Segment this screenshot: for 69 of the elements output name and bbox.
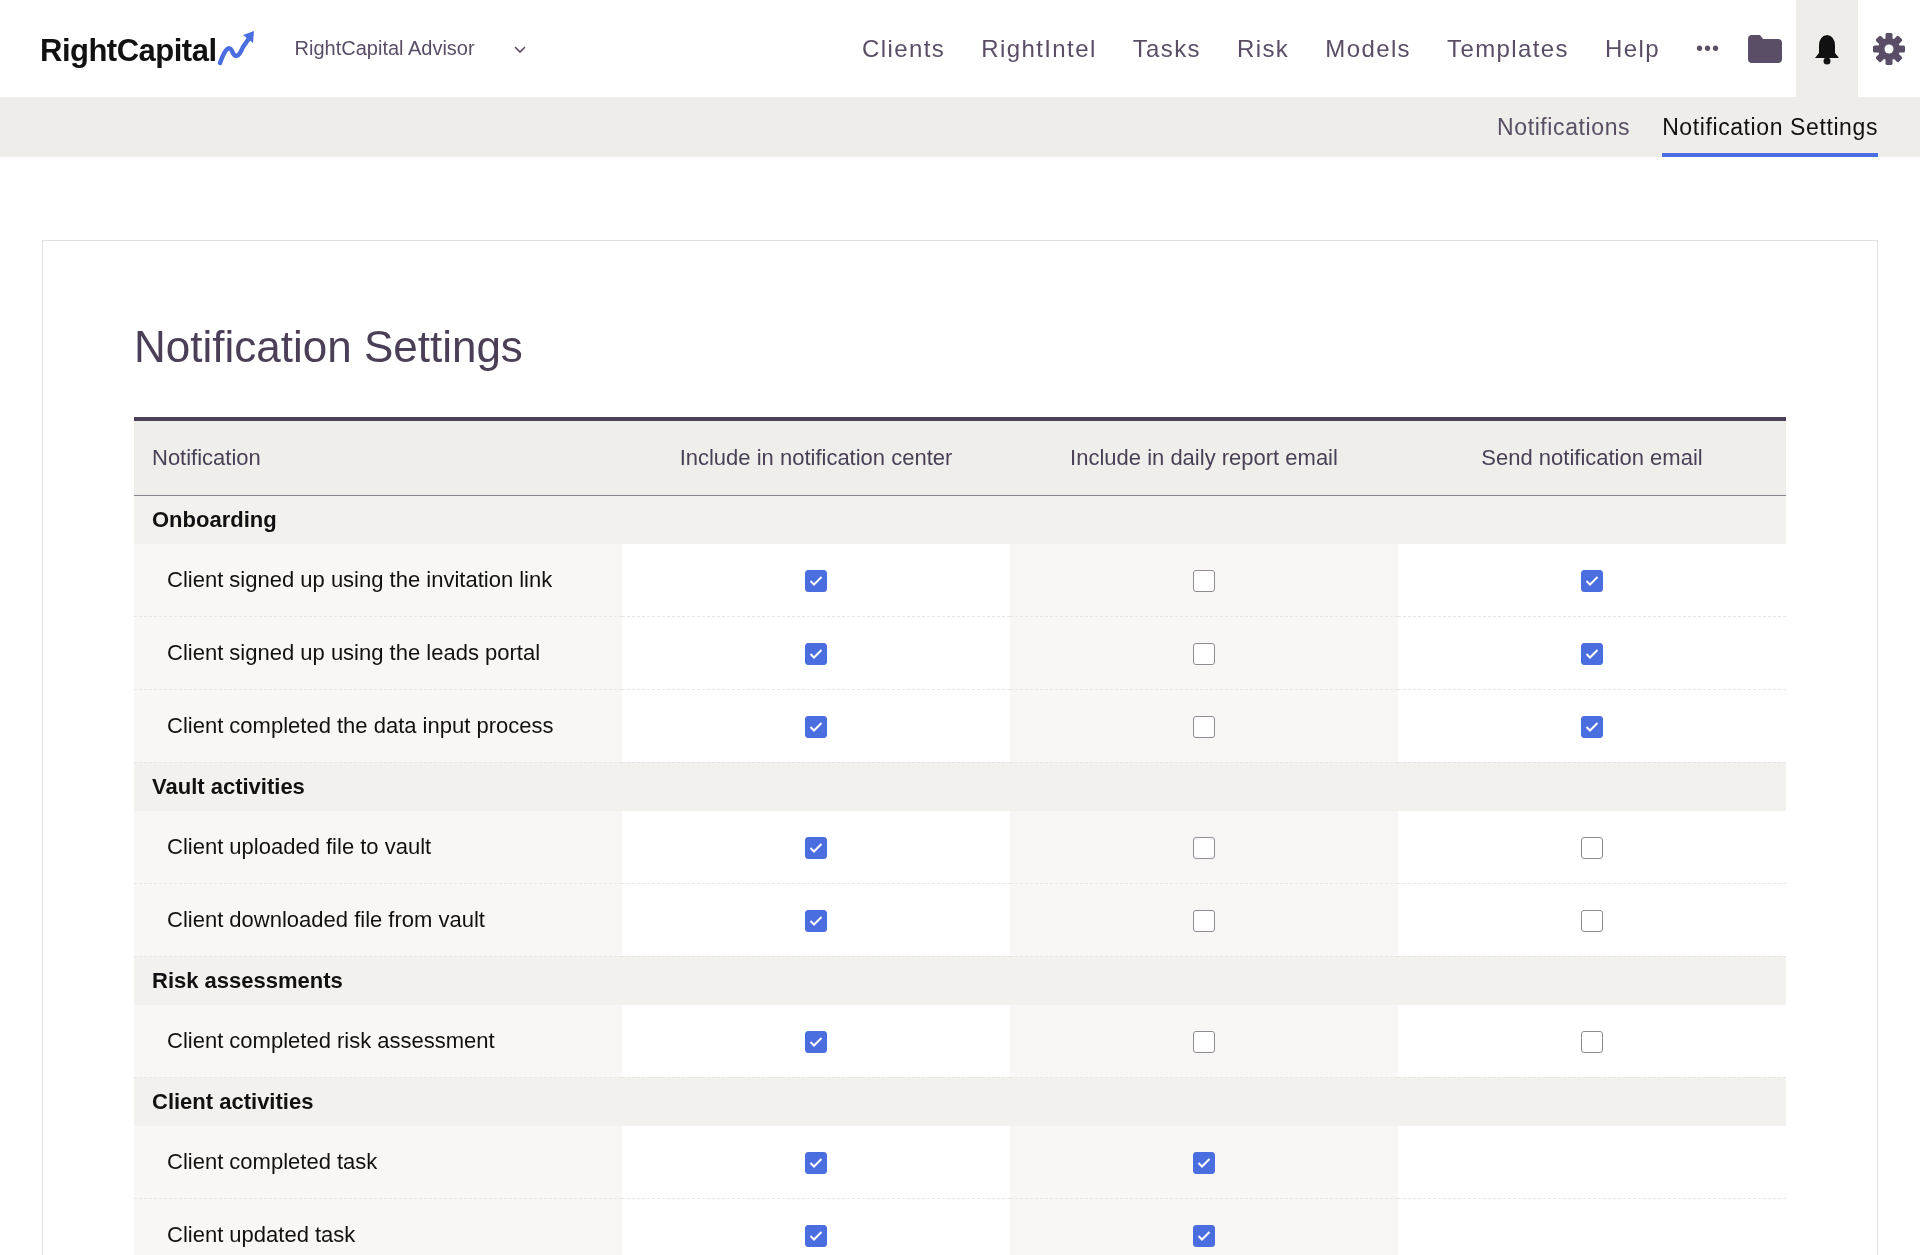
nav-link[interactable]: Clients	[862, 34, 946, 63]
nav-link[interactable]: Tasks	[1132, 34, 1201, 63]
column-header: Include in notification center	[622, 418, 1010, 496]
check-icon	[809, 915, 823, 927]
nav-link[interactable]: Models	[1325, 34, 1412, 63]
notification-name: Client completed task	[134, 1125, 622, 1199]
checkbox[interactable]	[805, 716, 827, 738]
check-icon	[1585, 648, 1599, 660]
bell-icon[interactable]	[1813, 32, 1841, 65]
trend-arrow-icon	[216, 28, 257, 67]
check-icon	[809, 1036, 823, 1048]
group-heading: Onboarding	[134, 495, 1786, 544]
subnav-tab[interactable]: Notification Settings	[1662, 97, 1878, 157]
nav-link[interactable]: RightIntel	[981, 34, 1097, 63]
notification-name: Client completed the data input process	[134, 689, 622, 763]
check-icon	[1197, 1230, 1211, 1242]
group-heading: Vault activities	[134, 762, 1786, 811]
checkbox[interactable]	[805, 1152, 827, 1174]
check-icon	[1585, 721, 1599, 733]
check-icon	[809, 648, 823, 660]
notification-name: Client completed risk assessment	[134, 1004, 622, 1078]
nav-link[interactable]: Risk	[1237, 34, 1290, 63]
column-header: Send notification email	[1398, 418, 1786, 496]
nav-link[interactable]: Templates	[1447, 34, 1569, 63]
folder-icon[interactable]	[1748, 34, 1782, 63]
check-icon	[809, 1157, 823, 1169]
check-icon	[1585, 575, 1599, 587]
notification-name: Client downloaded file from vault	[134, 883, 622, 957]
checkbox[interactable]	[805, 570, 827, 592]
checkbox[interactable]	[1193, 910, 1215, 932]
check-icon	[1197, 1157, 1211, 1169]
check-icon	[809, 1230, 823, 1242]
chevron-down-icon	[512, 43, 527, 54]
account-dropdown[interactable]: RightCapital Advisor	[294, 37, 527, 60]
checkbox[interactable]	[1193, 1031, 1215, 1053]
settings-icon[interactable]	[1872, 31, 1906, 66]
check-icon	[809, 842, 823, 854]
more-button[interactable]: •••	[1696, 37, 1720, 60]
page-title: Notification Settings	[134, 321, 524, 373]
checkbox[interactable]	[805, 910, 827, 932]
checkbox[interactable]	[1581, 570, 1603, 592]
subnav-tab[interactable]: Notifications	[1497, 97, 1631, 157]
checkbox[interactable]	[1581, 643, 1603, 665]
checkbox[interactable]	[1193, 1152, 1215, 1174]
checkbox[interactable]	[805, 1225, 827, 1247]
checkbox[interactable]	[805, 643, 827, 665]
checkbox[interactable]	[1193, 1225, 1215, 1247]
checkbox[interactable]	[1193, 716, 1215, 738]
notification-name: Client updated task	[134, 1198, 622, 1255]
checkbox[interactable]	[1581, 910, 1603, 932]
checkbox[interactable]	[1581, 1031, 1603, 1053]
column-header: Notification	[134, 418, 622, 496]
logo[interactable]: RightCapital	[40, 32, 217, 69]
checkbox[interactable]	[1193, 837, 1215, 859]
checkbox[interactable]	[1581, 716, 1603, 738]
check-icon	[809, 575, 823, 587]
checkbox[interactable]	[1581, 837, 1603, 859]
column-header: Include in daily report email	[1010, 418, 1398, 496]
checkbox[interactable]	[1193, 643, 1215, 665]
nav-link[interactable]: Help	[1605, 34, 1660, 63]
group-heading: Risk assessments	[134, 956, 1786, 1005]
notification-name: Client signed up using the invitation link	[134, 543, 622, 617]
notification-name: Client signed up using the leads portal	[134, 616, 622, 690]
checkbox[interactable]	[805, 837, 827, 859]
checkbox[interactable]	[805, 1031, 827, 1053]
group-heading: Client activities	[134, 1077, 1786, 1126]
check-icon	[809, 721, 823, 733]
notification-name: Client uploaded file to vault	[134, 810, 622, 884]
checkbox[interactable]	[1193, 570, 1215, 592]
